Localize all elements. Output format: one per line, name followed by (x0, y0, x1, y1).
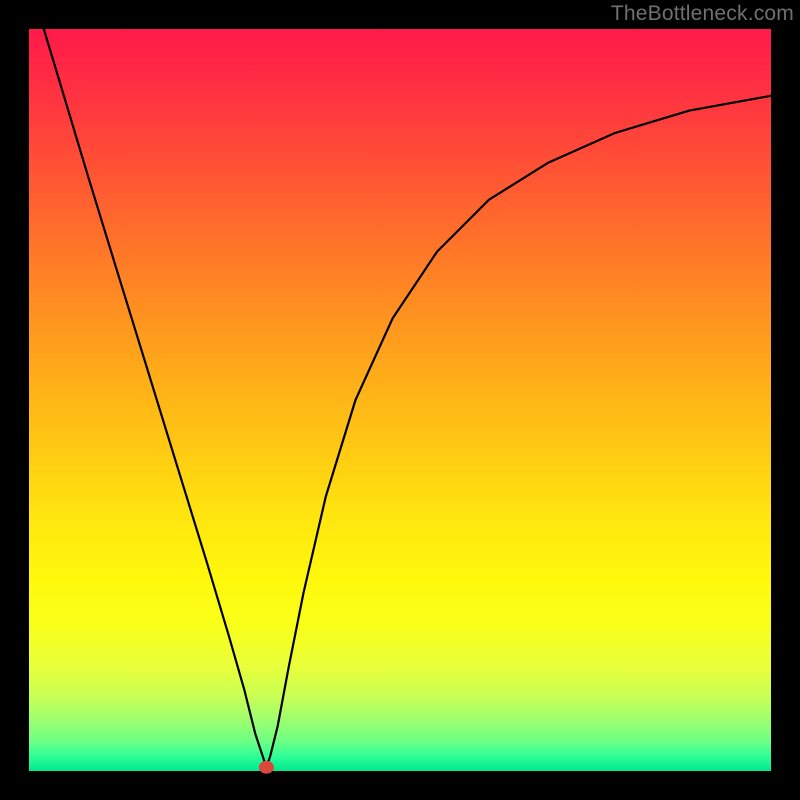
curve-svg (29, 29, 771, 771)
minimum-marker (259, 761, 273, 773)
bottleneck-curve (44, 29, 771, 767)
plot-area (29, 29, 771, 771)
watermark-text: TheBottleneck.com (611, 2, 794, 26)
chart-frame: TheBottleneck.com (0, 0, 800, 800)
